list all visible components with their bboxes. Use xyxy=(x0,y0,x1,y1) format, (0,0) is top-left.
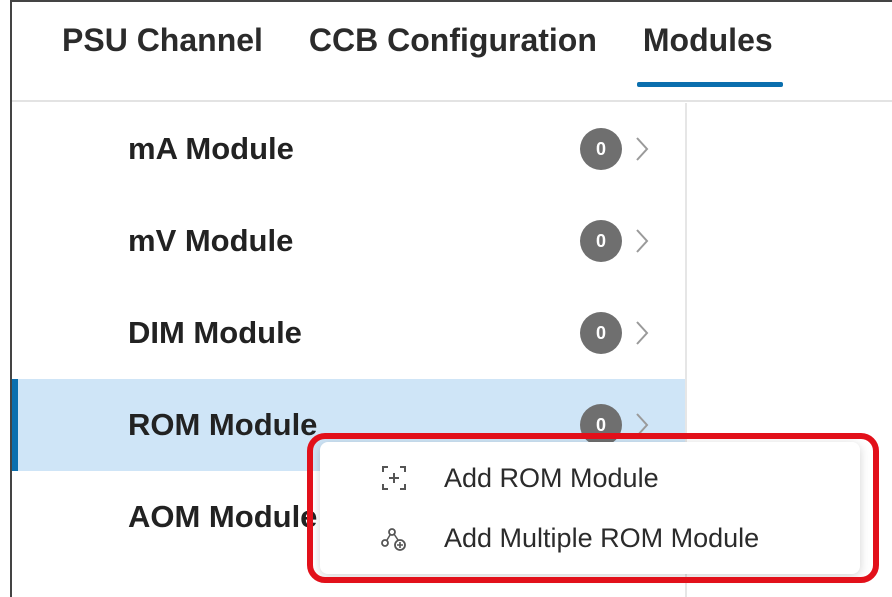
count-badge: 0 xyxy=(580,220,622,262)
chevron-right-icon[interactable] xyxy=(632,134,652,164)
count-badge: 0 xyxy=(580,404,622,446)
tab-ccb-configuration[interactable]: CCB Configuration xyxy=(309,16,597,86)
module-label: ROM Module xyxy=(128,407,318,442)
module-label: DIM Module xyxy=(128,315,302,350)
add-frame-icon xyxy=(380,464,408,492)
menu-item-add-multiple-rom-module[interactable]: Add Multiple ROM Module xyxy=(320,510,860,566)
module-row-mv[interactable]: mV Module 0 xyxy=(12,195,685,287)
module-row-ma[interactable]: mA Module 0 xyxy=(12,103,685,195)
tabs-divider xyxy=(12,100,892,102)
menu-item-label: Add ROM Module xyxy=(444,462,659,493)
count-badge: 0 xyxy=(580,128,622,170)
chevron-right-icon[interactable] xyxy=(632,226,652,256)
tab-modules[interactable]: Modules xyxy=(636,16,783,87)
tab-psu-channel[interactable]: PSU Channel xyxy=(62,16,263,86)
module-label: AOM Module xyxy=(128,499,318,534)
chevron-right-icon[interactable] xyxy=(632,410,652,440)
module-row-dim[interactable]: DIM Module 0 xyxy=(12,287,685,379)
module-label: mV Module xyxy=(128,223,294,258)
context-menu: Add ROM Module Add Multiple ROM Module xyxy=(320,442,860,574)
count-badge: 0 xyxy=(580,312,622,354)
module-label: mA Module xyxy=(128,131,294,166)
tab-bar: PSU Channel CCB Configuration Modules xyxy=(62,16,819,87)
chevron-right-icon[interactable] xyxy=(632,318,652,348)
add-multiple-icon xyxy=(380,524,408,552)
menu-item-add-rom-module[interactable]: Add ROM Module xyxy=(320,450,860,506)
menu-item-label: Add Multiple ROM Module xyxy=(444,522,760,553)
